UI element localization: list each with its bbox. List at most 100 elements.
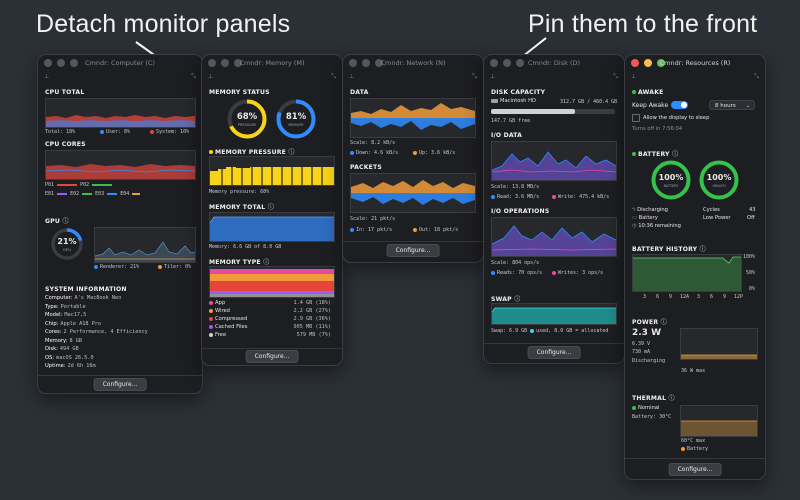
system-info-row: Type: Portable bbox=[45, 304, 86, 310]
allow-sleep-label: Allow the display to sleep bbox=[643, 115, 710, 121]
system-info-value: Mac17,5 bbox=[64, 312, 87, 318]
expand-icon[interactable]: ⤡ bbox=[191, 73, 196, 81]
info-icon: ⓘ bbox=[660, 319, 667, 326]
swap-used-label: used, bbox=[536, 328, 552, 334]
gpu-chart bbox=[94, 227, 196, 263]
configure-button[interactable]: Configure... bbox=[93, 378, 147, 391]
core-label: P01 bbox=[45, 182, 55, 188]
memory-total-caption: Memory: 6.6 GB of 8.0 GB bbox=[209, 244, 282, 250]
system-info-value: Apple A18 Pro bbox=[60, 320, 102, 327]
gpu-tiler-label: Tiler: 0% bbox=[164, 264, 192, 270]
pin-icon[interactable]: ⊥ bbox=[631, 73, 636, 80]
pin-icon[interactable]: ⊥ bbox=[208, 73, 213, 80]
info-icon: ⓘ bbox=[263, 259, 270, 266]
memory-percent: 81% bbox=[285, 112, 307, 122]
bolt-icon: ϟ bbox=[632, 207, 636, 213]
memory-type-row: App 1.4 GB (18%) bbox=[209, 300, 335, 306]
network-down-label: Down: 4.6 kB/s bbox=[356, 150, 399, 156]
network-data-chart bbox=[350, 98, 476, 138]
system-info-key: Model: bbox=[45, 312, 63, 318]
memory-pressure-heading: MEMORY PRESSURE ⓘ bbox=[209, 147, 295, 156]
pressure-percent: 68% bbox=[236, 112, 258, 122]
memory-type-label: Wired bbox=[215, 308, 230, 314]
expand-icon[interactable]: ⤡ bbox=[331, 73, 336, 81]
history-ylabel: 50% bbox=[746, 270, 756, 276]
thermal-legend: Battery bbox=[687, 446, 709, 452]
io-ops-scale: Scale: 804 ops/s bbox=[491, 260, 540, 266]
caption-pin: Pin them to the front bbox=[528, 10, 758, 38]
io-data-chart bbox=[491, 141, 617, 181]
info-icon: ⓘ bbox=[672, 151, 679, 158]
pressure-ring-label: PRESSURE bbox=[237, 123, 257, 127]
configure-button[interactable]: Configure... bbox=[245, 350, 299, 363]
memory-type-heading: MEMORY TYPE ⓘ bbox=[209, 259, 270, 266]
system-info-key: Cores: bbox=[45, 329, 62, 335]
history-xlabel: 12P bbox=[734, 294, 744, 300]
system-info-value: 8 GB bbox=[69, 337, 82, 344]
configure-button[interactable]: Configure... bbox=[668, 463, 722, 476]
io-writes-label: Writes: 3 ops/s bbox=[558, 270, 604, 276]
io-ops-chart bbox=[491, 217, 617, 257]
system-info-value: macOS 26.5.0 bbox=[56, 354, 94, 361]
core-label: E02 bbox=[70, 191, 80, 197]
memory-pressure-caption: Memory pressure: 68% bbox=[209, 189, 270, 195]
system-info-value: A's MacBook Neo bbox=[74, 295, 122, 301]
pin-icon[interactable]: ⊥ bbox=[349, 73, 354, 80]
system-info-heading: SYSTEM INFORMATION bbox=[45, 286, 127, 293]
thermal-chart bbox=[680, 405, 758, 437]
io-data-scale: Scale: 13.8 MB/s bbox=[491, 184, 540, 190]
system-info-row: Cores: 2 Performance, 4 Efficiency bbox=[45, 329, 148, 335]
configure-button[interactable]: Configure... bbox=[527, 346, 581, 359]
system-info-key: Computer: bbox=[45, 295, 73, 301]
gpu-heading: GPU ⓘ bbox=[45, 218, 69, 225]
memory-type-label: Compressed bbox=[215, 316, 248, 322]
io-read-label: Read: 3.6 MB/s bbox=[497, 194, 540, 200]
allow-sleep-checkbox[interactable] bbox=[632, 114, 640, 122]
awake-heading: AWAKE bbox=[632, 89, 664, 96]
system-info-row: Chip: Apple A18 Pro bbox=[45, 321, 101, 327]
system-info-value: 2 Performance, 4 Efficiency bbox=[63, 329, 148, 335]
network-data-heading: DATA bbox=[350, 89, 369, 96]
swap-used: Swap: 6.9 GB bbox=[491, 328, 528, 334]
disk-usage: 312.7 GB / 460.4 GB bbox=[560, 99, 618, 105]
system-info-key: Memory: bbox=[45, 337, 68, 344]
network-out-label: Out: 18 pkt/s bbox=[419, 227, 459, 233]
core-label: E03 bbox=[95, 191, 105, 197]
battery-icon: ▭ bbox=[632, 215, 637, 221]
memory-type-label: Free bbox=[215, 332, 227, 338]
memory-type-label: Cached Files bbox=[215, 324, 248, 330]
clock-icon: ◷ bbox=[632, 223, 637, 229]
memory-ring-label: MEMORY bbox=[288, 123, 304, 127]
cpu-user-label: User: 8% bbox=[106, 129, 131, 135]
cycles-value: 43 bbox=[749, 207, 756, 213]
core-label: E01 bbox=[45, 191, 55, 197]
chevron-down-icon: ⌄ bbox=[745, 103, 750, 109]
thermal-heading: THERMAL ⓘ bbox=[632, 395, 675, 402]
history-xlabel: 9 bbox=[669, 294, 673, 300]
expand-icon[interactable]: ⤡ bbox=[472, 73, 477, 81]
keep-awake-toggle[interactable] bbox=[671, 101, 688, 109]
system-info-key: Chip: bbox=[45, 320, 59, 327]
low-power-label: Low Power bbox=[703, 215, 731, 221]
network-data-scale: Scale: 8.2 kB/s bbox=[350, 140, 396, 146]
memory-type-chart bbox=[209, 266, 335, 298]
gpu-ring-label: GPU bbox=[62, 247, 71, 252]
memory-status-heading: MEMORY STATUS bbox=[209, 89, 270, 96]
health-ring-label: HEALTH bbox=[712, 184, 726, 188]
configure-button[interactable]: Configure... bbox=[386, 244, 440, 257]
io-ops-heading: I/O OPERATIONS bbox=[491, 208, 550, 215]
pin-icon[interactable]: ⊥ bbox=[490, 73, 495, 80]
expand-icon[interactable]: ⤡ bbox=[754, 73, 759, 81]
window-title: Cmndr: Resources (R) bbox=[659, 59, 731, 67]
duration-select[interactable]: 8 hours ⌄ bbox=[709, 100, 755, 110]
legend-swatch bbox=[209, 324, 213, 329]
expand-icon[interactable]: ⤡ bbox=[613, 73, 618, 81]
core-label: P02 bbox=[80, 182, 90, 188]
computer-panel: Cmndr: Computer (C) ⊥ ⤡ CPU TOTAL Total:… bbox=[37, 54, 203, 394]
power-chart bbox=[680, 328, 758, 360]
pin-icon[interactable]: ⊥ bbox=[44, 73, 49, 80]
system-info-value: 494 GB bbox=[59, 346, 79, 352]
legend-swatch bbox=[209, 308, 213, 313]
history-xlabel: 3 bbox=[643, 294, 647, 300]
memory-pressure-chart bbox=[209, 156, 335, 186]
